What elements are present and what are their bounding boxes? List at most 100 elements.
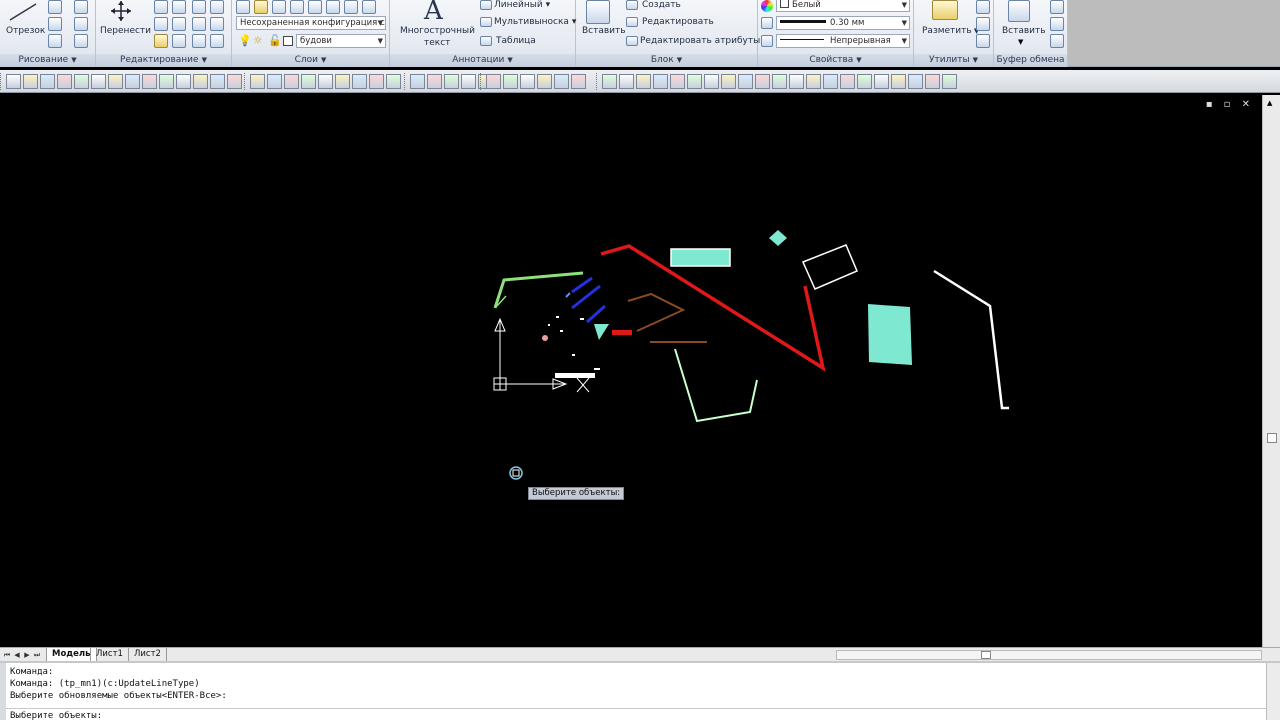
match-properties-icon[interactable] bbox=[1050, 34, 1064, 48]
toolbar-tool-icon[interactable] bbox=[267, 74, 282, 89]
toolbar-tool-icon[interactable] bbox=[335, 74, 350, 89]
toolbar-tool-icon[interactable] bbox=[857, 74, 872, 89]
toolbar-tool-icon[interactable] bbox=[755, 74, 770, 89]
toolbar-tool-icon[interactable] bbox=[91, 74, 106, 89]
linear-dimension-icon[interactable] bbox=[480, 0, 492, 10]
toolbar-tool-icon[interactable] bbox=[571, 74, 586, 89]
scale-icon[interactable] bbox=[192, 34, 206, 48]
toolbar-tool-icon[interactable] bbox=[369, 74, 384, 89]
toolbar-grip[interactable] bbox=[244, 73, 247, 90]
move-label[interactable]: Перенести bbox=[100, 26, 151, 36]
fillet-icon[interactable] bbox=[210, 0, 224, 14]
rectangle-icon[interactable] bbox=[74, 17, 88, 31]
toolbar-tool-icon[interactable] bbox=[704, 74, 719, 89]
table-label[interactable]: Таблица bbox=[496, 36, 536, 46]
toolbar-tool-icon[interactable] bbox=[193, 74, 208, 89]
erase-icon[interactable] bbox=[154, 34, 168, 48]
toolbar-tool-icon[interactable] bbox=[108, 74, 123, 89]
explode-icon[interactable] bbox=[210, 17, 224, 31]
copy-icon[interactable] bbox=[154, 0, 168, 14]
panel-draw-title[interactable]: Рисование ▼ bbox=[0, 54, 95, 67]
toolbar-tool-icon[interactable] bbox=[891, 74, 906, 89]
layer-previous-icon[interactable] bbox=[290, 0, 304, 14]
layer-unisolate-icon[interactable] bbox=[326, 0, 340, 14]
toolbar-grip[interactable] bbox=[0, 73, 3, 90]
offset-icon[interactable] bbox=[192, 17, 206, 31]
toolbar-tool-icon[interactable] bbox=[40, 74, 55, 89]
vertical-scroll-thumb[interactable] bbox=[1267, 433, 1277, 443]
array-icon[interactable] bbox=[172, 34, 186, 48]
toolbar-tool-icon[interactable] bbox=[503, 74, 518, 89]
prev-tab-icon[interactable]: ◀ bbox=[12, 650, 22, 660]
multileader-icon[interactable] bbox=[480, 17, 492, 27]
toolbar-tool-icon[interactable] bbox=[537, 74, 552, 89]
hatch-icon[interactable] bbox=[74, 34, 88, 48]
move-icon[interactable] bbox=[110, 0, 132, 22]
toolbar-tool-icon[interactable] bbox=[636, 74, 651, 89]
toolbar-tool-icon[interactable] bbox=[427, 74, 442, 89]
measure-label[interactable]: Разметить ▼ bbox=[922, 26, 979, 36]
layer-properties-icon[interactable] bbox=[236, 0, 250, 14]
paste-icon[interactable] bbox=[1008, 0, 1030, 22]
sun-icon[interactable]: ☼ bbox=[253, 34, 263, 47]
toolbar-tool-icon[interactable] bbox=[486, 74, 501, 89]
toolbar-tool-icon[interactable] bbox=[210, 74, 225, 89]
command-scrollbar[interactable] bbox=[1266, 663, 1280, 720]
toolbar-tool-icon[interactable] bbox=[74, 74, 89, 89]
tab-model[interactable]: Модель bbox=[46, 648, 97, 661]
cut-icon[interactable] bbox=[1050, 0, 1064, 14]
stretch-icon[interactable] bbox=[154, 17, 168, 31]
toolbar-tool-icon[interactable] bbox=[670, 74, 685, 89]
toolbar-tool-icon[interactable] bbox=[823, 74, 838, 89]
toolbar-tool-icon[interactable] bbox=[125, 74, 140, 89]
layer-isolate-icon[interactable] bbox=[308, 0, 322, 14]
command-input-line[interactable]: Выберите объекты: bbox=[10, 710, 102, 720]
polyline-icon[interactable] bbox=[74, 0, 88, 14]
mtext-label-line1[interactable]: Многострочный bbox=[400, 26, 475, 36]
calculator-icon[interactable] bbox=[976, 34, 990, 48]
panel-clipboard-title[interactable]: Буфер обмена bbox=[994, 54, 1067, 67]
toolbar-tool-icon[interactable] bbox=[738, 74, 753, 89]
toolbar-tool-icon[interactable] bbox=[142, 74, 157, 89]
toolbar-tool-icon[interactable] bbox=[840, 74, 855, 89]
arc-icon[interactable] bbox=[48, 0, 62, 14]
toolbar-tool-icon[interactable] bbox=[789, 74, 804, 89]
toolbar-tool-icon[interactable] bbox=[6, 74, 21, 89]
vertical-scrollbar[interactable]: ▲ bbox=[1262, 95, 1280, 647]
edit-attributes-icon[interactable] bbox=[626, 36, 638, 46]
current-layer-dropdown[interactable]: будови ▼ bbox=[296, 34, 386, 48]
paste-label[interactable]: Вставить bbox=[1002, 26, 1046, 36]
next-tab-icon[interactable]: ▶ bbox=[22, 650, 32, 660]
mtext-icon[interactable]: A bbox=[424, 0, 443, 26]
toolbar-tool-icon[interactable] bbox=[250, 74, 265, 89]
toolbar-tool-icon[interactable] bbox=[284, 74, 299, 89]
toolbar-tool-icon[interactable] bbox=[874, 74, 889, 89]
toolbar-tool-icon[interactable] bbox=[687, 74, 702, 89]
layer-color-swatch[interactable] bbox=[283, 36, 293, 46]
toolbar-tool-icon[interactable] bbox=[23, 74, 38, 89]
toolbar-grip[interactable] bbox=[596, 73, 599, 90]
drawing-canvas[interactable] bbox=[0, 95, 1262, 647]
toolbar-tool-icon[interactable] bbox=[721, 74, 736, 89]
rotate-icon[interactable] bbox=[172, 0, 186, 14]
toolbar-tool-icon[interactable] bbox=[554, 74, 569, 89]
trim-icon[interactable] bbox=[192, 0, 206, 14]
lineweight-icon[interactable] bbox=[761, 17, 773, 29]
toolbar-tool-icon[interactable] bbox=[57, 74, 72, 89]
table-icon[interactable] bbox=[480, 36, 492, 46]
join-icon[interactable] bbox=[210, 34, 224, 48]
linetype-dropdown[interactable]: Непрерывная ▼ bbox=[776, 34, 910, 48]
layer-match-icon[interactable] bbox=[272, 0, 286, 14]
panel-layers-title[interactable]: Слои ▼ bbox=[232, 54, 389, 67]
toolbar-tool-icon[interactable] bbox=[942, 74, 957, 89]
toolbar-tool-icon[interactable] bbox=[806, 74, 821, 89]
toolbar-tool-icon[interactable] bbox=[908, 74, 923, 89]
toolbar-tool-icon[interactable] bbox=[444, 74, 459, 89]
edit-block-icon[interactable] bbox=[626, 17, 638, 27]
mirror-icon[interactable] bbox=[172, 17, 186, 31]
toolbar-tool-icon[interactable] bbox=[520, 74, 535, 89]
multileader-label[interactable]: Мультивыноска ▾ bbox=[494, 17, 576, 27]
toolbar-grip[interactable] bbox=[480, 73, 483, 90]
layer-state-dropdown[interactable]: Несохраненная конфигурация сл ▼ bbox=[236, 16, 386, 30]
toolbar-tool-icon[interactable] bbox=[318, 74, 333, 89]
